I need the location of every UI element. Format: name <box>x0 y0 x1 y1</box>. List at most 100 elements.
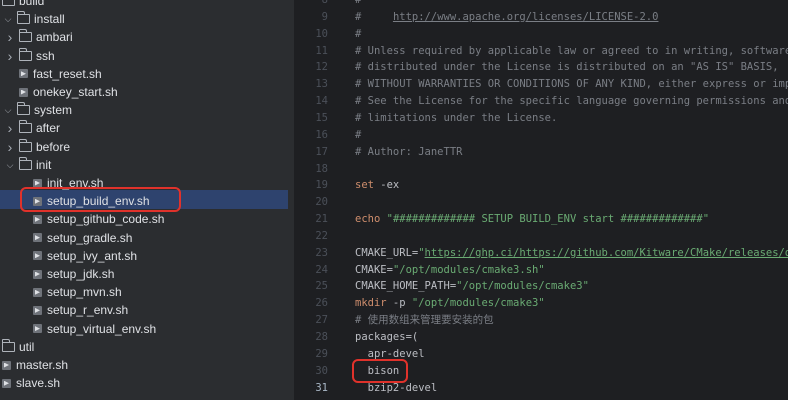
code-line[interactable]: CMAKE_HOME_PATH="/opt/modules/cmake3" <box>355 278 589 295</box>
shell-file-icon <box>33 287 42 297</box>
chevron-down-icon[interactable]: ⌵ <box>2 10 14 28</box>
code-line[interactable]: # <box>355 0 361 9</box>
tree-item-label: onekey_start.sh <box>33 85 118 99</box>
tree-file-row[interactable]: setup_virtual_env.sh <box>18 320 156 338</box>
chevron-right-icon[interactable]: › <box>4 119 16 137</box>
code-token: # Unless required by applicable law or a… <box>355 44 788 57</box>
code-line[interactable]: CMAKE_URL="https://ghp.ci/https://github… <box>355 245 788 262</box>
tree-item-label: fast_reset.sh <box>33 66 102 81</box>
shell-file-icon <box>33 233 42 243</box>
line-number: 22 <box>315 229 328 242</box>
code-line[interactable]: CMAKE="/opt/modules/cmake3.sh" <box>355 262 545 279</box>
tree-folder-row[interactable]: ⌵ init <box>4 156 51 174</box>
code-token: CMAKE_URL= <box>355 246 419 259</box>
tree-folder-row[interactable]: ⌵ install <box>2 10 65 28</box>
code-token: mkdir <box>355 297 387 310</box>
code-line[interactable]: # distributed under the License is distr… <box>355 59 779 76</box>
tree-item-label: build <box>19 0 45 8</box>
folder-icon <box>16 11 30 25</box>
shell-file-icon <box>33 305 42 315</box>
code-line[interactable]: # http://www.apache.org/licenses/LICENSE… <box>355 9 658 26</box>
chevron-right-icon[interactable]: › <box>4 138 16 156</box>
folder-icon <box>1 338 15 352</box>
tree-folder-row[interactable]: › ambari <box>4 28 73 46</box>
code-token: echo <box>355 213 381 226</box>
code-line[interactable]: # <box>355 26 361 43</box>
tree-file-row[interactable]: slave.sh <box>2 374 60 392</box>
code-line[interactable]: set -ex <box>355 177 399 194</box>
line-number: 31 <box>315 381 328 394</box>
folder-icon <box>18 138 32 152</box>
code-token: # <box>355 128 362 141</box>
chevron-right-icon[interactable]: › <box>4 28 16 46</box>
tree-file-row[interactable]: setup_r_env.sh <box>18 301 128 319</box>
line-number: 23 <box>315 246 328 259</box>
shell-file-icon <box>33 269 42 279</box>
code-token: bison <box>355 364 400 377</box>
line-number: 29 <box>315 347 328 360</box>
code-line[interactable]: bzip2-devel <box>355 380 438 397</box>
code-line[interactable]: echo "############# SETUP BUILD_ENV star… <box>355 211 709 228</box>
code-line[interactable]: apr-devel <box>355 346 425 363</box>
tree-file-row[interactable]: setup_ivy_ant.sh <box>18 247 137 265</box>
code-token: # <box>355 27 362 40</box>
code-line[interactable]: # See the License for the specific langu… <box>355 93 788 110</box>
code-line[interactable]: mkdir -p "/opt/modules/cmake3" <box>355 295 545 312</box>
tree-item-label: util <box>19 339 35 354</box>
line-number-gutter: 8 9 10 11 12 13 14 15 16 17 18 19 20 21 22 23 24 25 26 27 28… <box>298 0 344 400</box>
code-token: # See the License for the specific langu… <box>355 95 788 108</box>
code-line[interactable]: # limitations under the License. <box>355 110 557 127</box>
line-number: 8 <box>321 0 328 6</box>
tree-item-label: after <box>36 121 61 136</box>
tree-file-row[interactable]: setup_github_code.sh <box>18 210 164 228</box>
chevron-down-icon[interactable]: ⌵ <box>4 156 16 174</box>
tree-item-label: init <box>36 157 52 172</box>
code-line[interactable]: # <box>355 127 361 144</box>
line-number: 14 <box>315 95 328 108</box>
tree-folder-row[interactable]: ⌵ system <box>2 101 72 119</box>
tree-file-row[interactable]: setup_jdk.sh <box>18 265 114 283</box>
tree-folder-row[interactable]: › before <box>4 138 70 156</box>
line-number: 13 <box>315 78 328 91</box>
tree-file-row[interactable]: onekey_start.sh <box>4 83 118 101</box>
tree-item-label: system <box>34 103 73 118</box>
tree-item-label: ssh <box>36 48 55 63</box>
code-line[interactable]: # Author: JaneTTR <box>355 144 462 161</box>
folder-icon <box>18 156 32 170</box>
shell-file-icon <box>33 324 42 334</box>
tree-item-label: slave.sh <box>16 376 61 391</box>
code-token: http://www.apache.org/licenses/LICENSE-2… <box>392 10 659 23</box>
shell-file-icon <box>2 360 11 370</box>
tree-file-row[interactable]: master.sh <box>2 356 68 374</box>
shell-file-icon <box>19 69 28 79</box>
code-editor[interactable]: # # http://www.apache.org/licenses/LICENS… <box>344 0 788 400</box>
code-token: -ex <box>373 179 400 192</box>
tree-folder-row[interactable]: util <box>1 338 35 356</box>
code-line[interactable]: bison <box>355 363 400 380</box>
code-token: # limitations under the License. <box>355 111 558 124</box>
code-line[interactable]: # 使用数组来管理要安装的包 <box>355 312 494 329</box>
code-line[interactable]: # Unless required by applicable law or a… <box>355 43 788 60</box>
highlight-annotation-file <box>20 187 181 212</box>
chevron-down-icon[interactable]: ⌵ <box>2 101 14 119</box>
tree-folder-row[interactable]: › ssh <box>4 47 55 65</box>
tree-folder-row[interactable]: › after <box>4 119 60 137</box>
folder-icon <box>18 29 32 43</box>
shell-file-icon <box>33 251 42 261</box>
tree-file-row[interactable]: setup_gradle.sh <box>18 229 132 247</box>
chevron-right-icon[interactable]: › <box>4 47 16 65</box>
code-token: "############# SETUP BUILD_ENV start ###… <box>386 213 710 226</box>
line-number: 18 <box>315 162 328 175</box>
code-token: "/opt/modules/cmake3" <box>456 280 589 293</box>
code-line[interactable]: # WITHOUT WARRANTIES OR CONDITIONS OF AN… <box>355 76 788 93</box>
code-line[interactable]: packages=( <box>355 329 418 346</box>
code-token: # <box>355 0 362 6</box>
code-token: # 使用数组来管理要安装的包 <box>355 314 494 327</box>
tree-item-label: master.sh <box>16 358 69 372</box>
code-token: packages=( <box>355 331 419 343</box>
tree-file-row[interactable]: fast_reset.sh <box>4 65 102 83</box>
tree-item-label: before <box>36 139 71 154</box>
tree-folder-row[interactable]: build <box>2 0 44 10</box>
code-token: # <box>355 10 393 23</box>
tree-file-row[interactable]: setup_mvn.sh <box>18 283 122 301</box>
